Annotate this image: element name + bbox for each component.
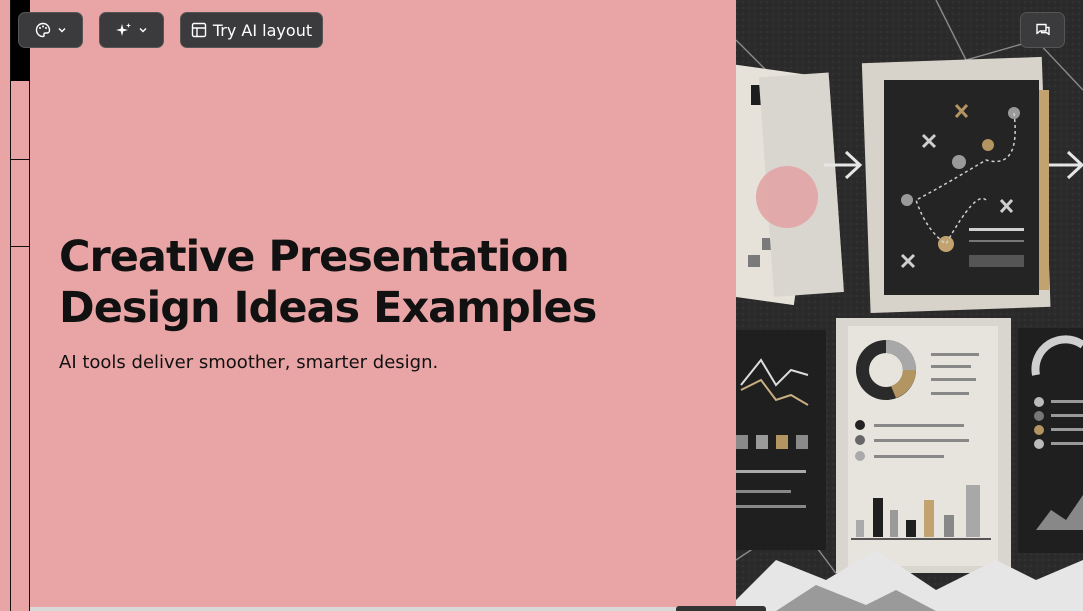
slide-subtitle[interactable]: AI tools deliver smoother, smarter desig… [59, 352, 438, 373]
comments-button[interactable] [1020, 12, 1065, 48]
ai-dropdown-button[interactable] [99, 12, 164, 48]
slide-title[interactable]: Creative Presentation Design Ideas Examp… [59, 232, 699, 334]
bottom-handle[interactable] [676, 606, 766, 611]
layout-icon [191, 22, 207, 38]
palette-icon [35, 22, 50, 38]
try-ai-layout-button[interactable]: Try AI layout [180, 12, 323, 48]
theme-dropdown-button[interactable] [18, 12, 83, 48]
slide-image[interactable] [736, 0, 1083, 611]
slide-thumbnail-rail [10, 0, 31, 611]
comment-icon [1035, 23, 1050, 36]
chevron-down-icon [58, 28, 65, 33]
rail-divider [11, 246, 31, 247]
rail-divider [11, 159, 31, 160]
try-ai-layout-label: Try AI layout [212, 20, 313, 40]
presentation-illustration-image [736, 0, 1083, 611]
sparkle-icon [115, 23, 131, 36]
chevron-down-icon [139, 28, 146, 33]
slide-canvas[interactable]: Creative Presentation Design Ideas Examp… [30, 0, 736, 611]
bottom-scroll-track [30, 607, 736, 611]
